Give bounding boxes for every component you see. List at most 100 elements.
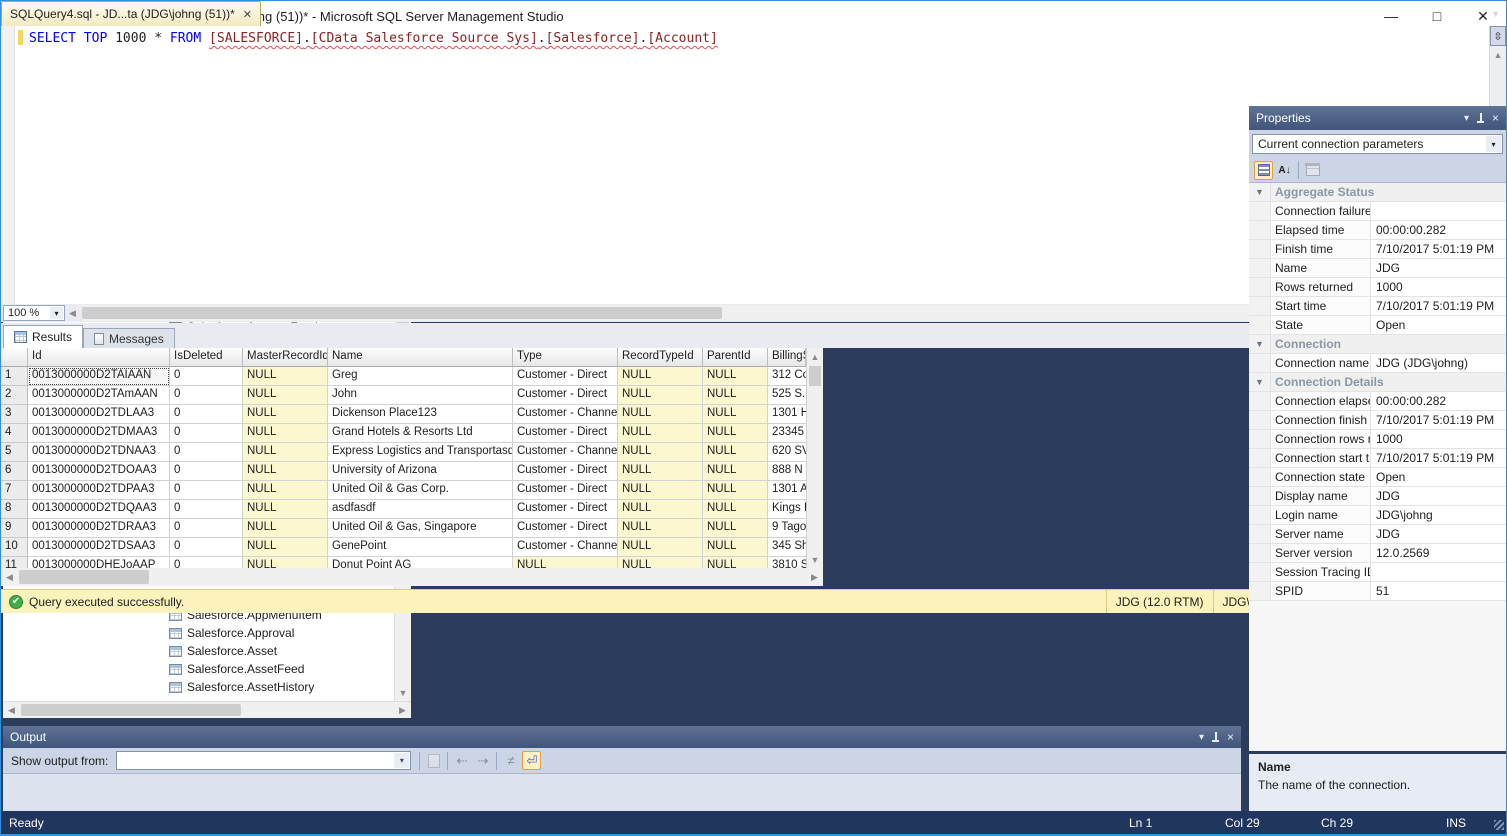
- property-pages-icon[interactable]: [1303, 161, 1322, 180]
- property-value[interactable]: Open: [1371, 316, 1506, 334]
- grid-cell[interactable]: Customer - Channel: [513, 538, 618, 557]
- grid-cell[interactable]: 0013000000D2TDQAA3: [28, 500, 170, 519]
- grid-vertical-scrollbar[interactable]: ▲ ▼: [806, 348, 823, 568]
- grid-cell[interactable]: GenePoint: [328, 538, 513, 557]
- row-number-cell[interactable]: 6: [1, 462, 28, 481]
- grid-cell[interactable]: Greg: [328, 367, 513, 386]
- property-value[interactable]: 7/10/2017 5:01:19 PM: [1371, 449, 1506, 467]
- property-value[interactable]: JDG: [1371, 487, 1506, 505]
- property-value[interactable]: 7/10/2017 5:01:19 PM: [1371, 297, 1506, 315]
- editor-splitter-icon[interactable]: ⇳: [1490, 26, 1506, 46]
- grid-cell[interactable]: 1301 H: [768, 405, 806, 424]
- tab-messages[interactable]: Messages: [83, 328, 175, 348]
- scrollbar-thumb[interactable]: [82, 307, 722, 319]
- property-row[interactable]: Connection nameJDG (JDG\johng): [1249, 354, 1506, 373]
- collapse-chevron-icon[interactable]: ▼: [1249, 183, 1271, 201]
- row-number-cell[interactable]: 1: [1, 367, 28, 386]
- grid-cell[interactable]: asdfasdf: [328, 500, 513, 519]
- results-grid[interactable]: IdIsDeletedMasterRecordIdNameTypeRecordT…: [1, 348, 806, 568]
- grid-cell[interactable]: 0: [170, 405, 243, 424]
- panel-close-icon[interactable]: ×: [1492, 111, 1499, 125]
- grid-cell[interactable]: 0013000000D2TAIAAN: [28, 367, 170, 386]
- grid-cell[interactable]: NULL: [243, 424, 328, 443]
- previous-message-icon[interactable]: ⇠: [452, 751, 471, 770]
- output-source-combo[interactable]: ▾: [116, 751, 411, 770]
- grid-cell[interactable]: 0: [170, 519, 243, 538]
- grid-cell[interactable]: 0013000000D2TDPAA3: [28, 481, 170, 500]
- grid-cell[interactable]: Customer - Direct: [513, 386, 618, 405]
- scroll-right-icon[interactable]: ▶: [806, 569, 823, 586]
- grid-cell[interactable]: 0: [170, 424, 243, 443]
- next-message-icon[interactable]: ⇢: [473, 751, 492, 770]
- property-value[interactable]: 1000: [1371, 278, 1506, 296]
- tree-item[interactable]: Salesforce.Asset: [3, 642, 411, 660]
- grid-cell[interactable]: 620 SV: [768, 443, 806, 462]
- zoom-level-combo[interactable]: 100 % ▾: [3, 305, 65, 321]
- grid-cell[interactable]: NULL: [703, 443, 768, 462]
- grid-cell[interactable]: NULL: [618, 443, 703, 462]
- grid-cell[interactable]: 0013000000D2TDSAA3: [28, 538, 170, 557]
- grid-cell[interactable]: Grand Hotels & Resorts Ltd: [328, 424, 513, 443]
- scroll-up-icon[interactable]: ▲: [1490, 46, 1506, 63]
- property-value[interactable]: 7/10/2017 5:01:19 PM: [1371, 240, 1506, 258]
- window-position-icon[interactable]: ▾: [1464, 113, 1469, 124]
- grid-cell[interactable]: 0013000000D2TDMAA3: [28, 424, 170, 443]
- find-message-icon[interactable]: [424, 751, 443, 770]
- property-value[interactable]: [1371, 563, 1506, 581]
- row-number-cell[interactable]: 11: [1, 557, 28, 568]
- column-header-billingst[interactable]: BillingSt: [768, 348, 806, 367]
- tree-horizontal-scrollbar[interactable]: ◀ ▶: [3, 701, 411, 718]
- window-position-icon[interactable]: ▾: [1199, 732, 1204, 743]
- grid-cell[interactable]: 0013000000DHEJoAAP: [28, 557, 170, 568]
- property-row[interactable]: Connection finish7/10/2017 5:01:19 PM: [1249, 411, 1506, 430]
- grid-corner-cell[interactable]: [1, 348, 28, 367]
- grid-cell[interactable]: Customer - Channel: [513, 405, 618, 424]
- grid-cell[interactable]: Customer - Channel: [513, 443, 618, 462]
- tab-results[interactable]: Results: [3, 325, 83, 348]
- grid-cell[interactable]: NULL: [703, 386, 768, 405]
- row-number-cell[interactable]: 7: [1, 481, 28, 500]
- grid-cell[interactable]: NULL: [703, 405, 768, 424]
- grid-cell[interactable]: Express Logistics and Transportasdf: [328, 443, 513, 462]
- scrollbar-thumb[interactable]: [809, 366, 821, 386]
- scroll-left-icon[interactable]: ◀: [1, 569, 18, 586]
- grid-cell[interactable]: NULL: [243, 500, 328, 519]
- toggle-word-wrap-icon[interactable]: ⏎: [522, 751, 541, 770]
- row-number-cell[interactable]: 2: [1, 386, 28, 405]
- grid-cell[interactable]: 0: [170, 557, 243, 568]
- property-row[interactable]: Start time7/10/2017 5:01:19 PM: [1249, 297, 1506, 316]
- output-content[interactable]: [3, 774, 1241, 811]
- property-value[interactable]: 00:00:00.282: [1371, 221, 1506, 239]
- grid-cell[interactable]: 0: [170, 538, 243, 557]
- grid-cell[interactable]: 1301 A: [768, 481, 806, 500]
- property-category-row[interactable]: ▼Connection Details: [1249, 373, 1506, 392]
- property-category-row[interactable]: ▼Aggregate Status: [1249, 183, 1506, 202]
- grid-cell[interactable]: NULL: [243, 405, 328, 424]
- property-value[interactable]: Open: [1371, 468, 1506, 486]
- property-category-row[interactable]: ▼Connection: [1249, 335, 1506, 354]
- scroll-left-icon[interactable]: ◀: [3, 702, 20, 719]
- grid-cell[interactable]: NULL: [243, 557, 328, 568]
- scroll-up-icon[interactable]: ▲: [807, 348, 823, 365]
- tree-item[interactable]: Salesforce.AssetHistory: [3, 678, 411, 696]
- grid-cell[interactable]: NULL: [513, 557, 618, 568]
- grid-cell[interactable]: NULL: [703, 462, 768, 481]
- property-row[interactable]: Session Tracing ID: [1249, 563, 1506, 582]
- grid-cell[interactable]: NULL: [243, 462, 328, 481]
- grid-cell[interactable]: NULL: [703, 519, 768, 538]
- grid-horizontal-scrollbar[interactable]: ◀ ▶: [1, 568, 823, 586]
- property-value[interactable]: 7/10/2017 5:01:19 PM: [1371, 411, 1506, 429]
- categorized-icon[interactable]: [1254, 161, 1273, 180]
- grid-cell[interactable]: 23345: [768, 424, 806, 443]
- grid-cell[interactable]: United Oil & Gas, Singapore: [328, 519, 513, 538]
- document-tab[interactable]: SQLQuery4.sql - JD...ta (JDG\johng (51))…: [1, 1, 261, 26]
- grid-cell[interactable]: Customer - Direct: [513, 424, 618, 443]
- property-row[interactable]: Display nameJDG: [1249, 487, 1506, 506]
- grid-cell[interactable]: 0: [170, 481, 243, 500]
- grid-cell[interactable]: NULL: [703, 500, 768, 519]
- row-number-cell[interactable]: 5: [1, 443, 28, 462]
- scroll-left-icon[interactable]: ◀: [65, 305, 80, 322]
- resize-grip[interactable]: [1494, 820, 1504, 830]
- row-number-cell[interactable]: 10: [1, 538, 28, 557]
- auto-hide-pin-icon[interactable]: [1477, 113, 1484, 124]
